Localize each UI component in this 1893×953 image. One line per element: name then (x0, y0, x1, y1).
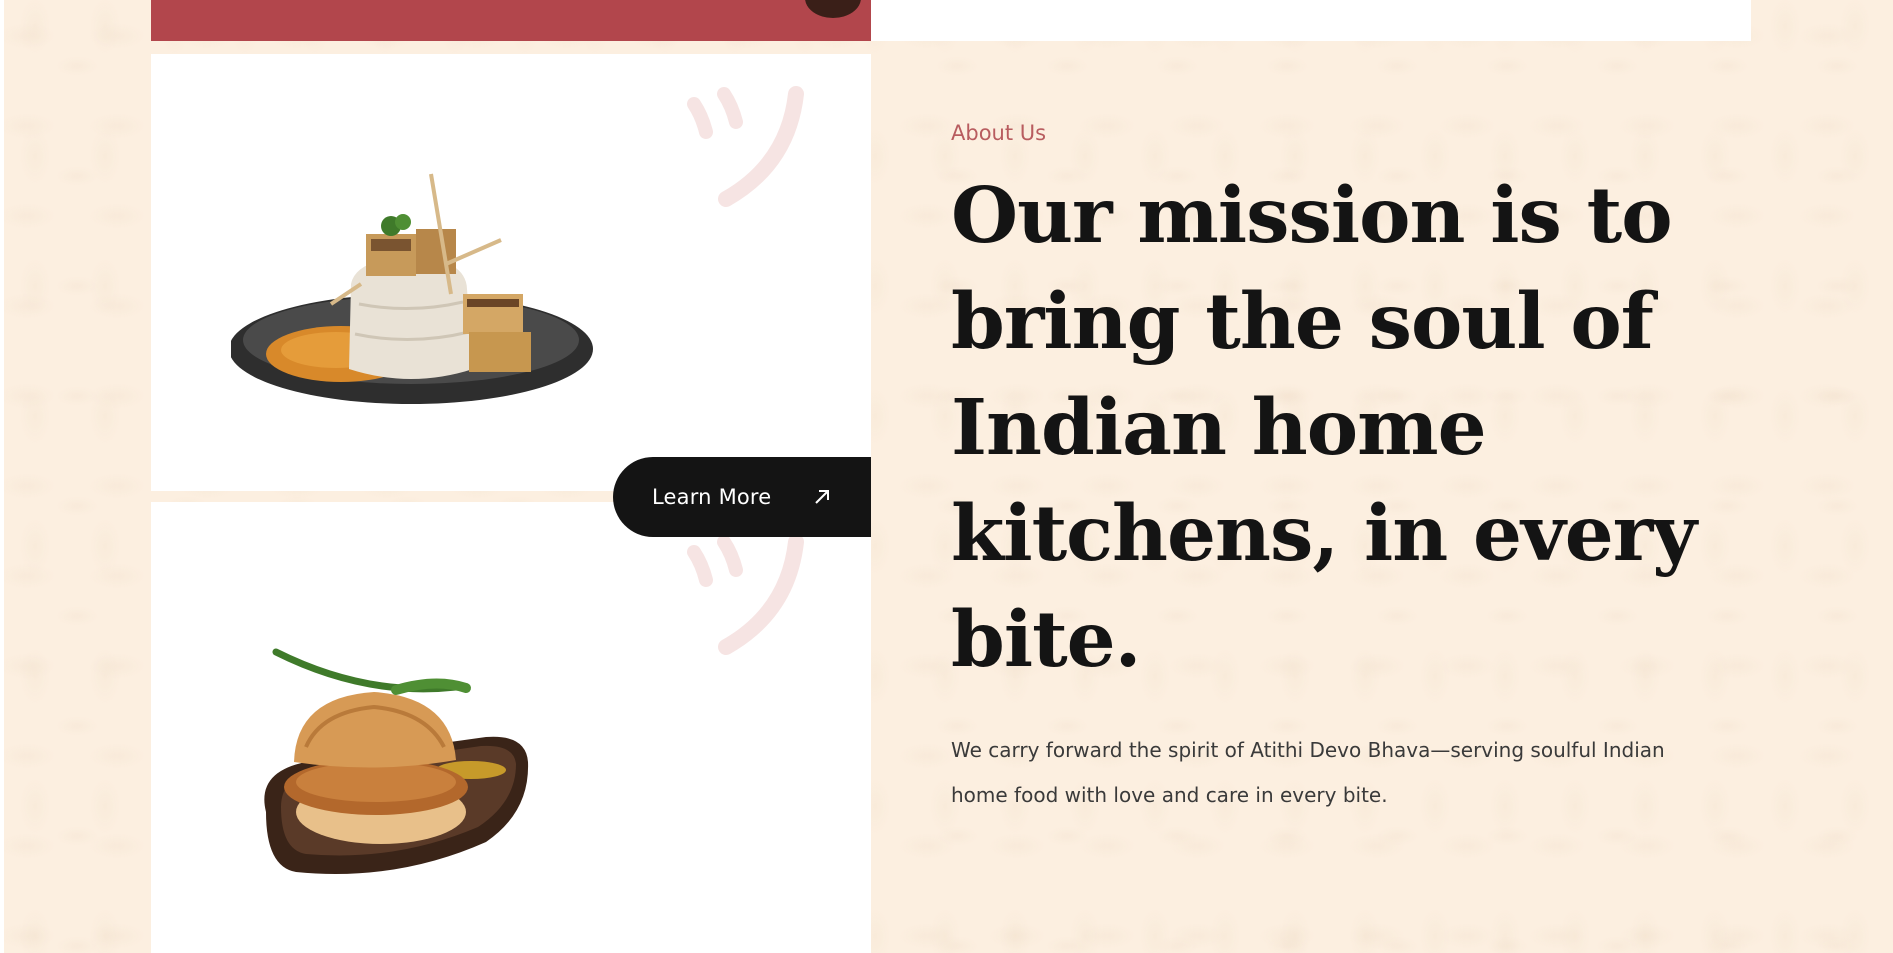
mission-description: We carry forward the spirit of Atithi De… (951, 738, 1665, 807)
vada-pav-on-board (264, 648, 529, 874)
learn-more-label: Learn More (652, 485, 772, 509)
decorative-glyph-icon (687, 534, 804, 655)
decorative-glyph-icon (687, 86, 804, 207)
top-banner-panel (871, 0, 1751, 41)
page-edge (0, 0, 4, 953)
mission-headline: Our mission is to bring the soul of Indi… (951, 171, 1697, 685)
arrow-up-right-icon (815, 490, 830, 504)
about-section: About Us Our mission is to bring the sou… (951, 110, 1731, 818)
banner-food-fragment (805, 0, 861, 18)
paneer-tikka-rice-plate (231, 173, 593, 404)
gallery-card-paneer (151, 54, 871, 491)
top-banner-image (151, 0, 871, 41)
section-eyebrow: About Us (951, 121, 1047, 145)
learn-more-button[interactable]: Learn More (613, 457, 871, 537)
gallery-card-vadapav (151, 502, 871, 953)
